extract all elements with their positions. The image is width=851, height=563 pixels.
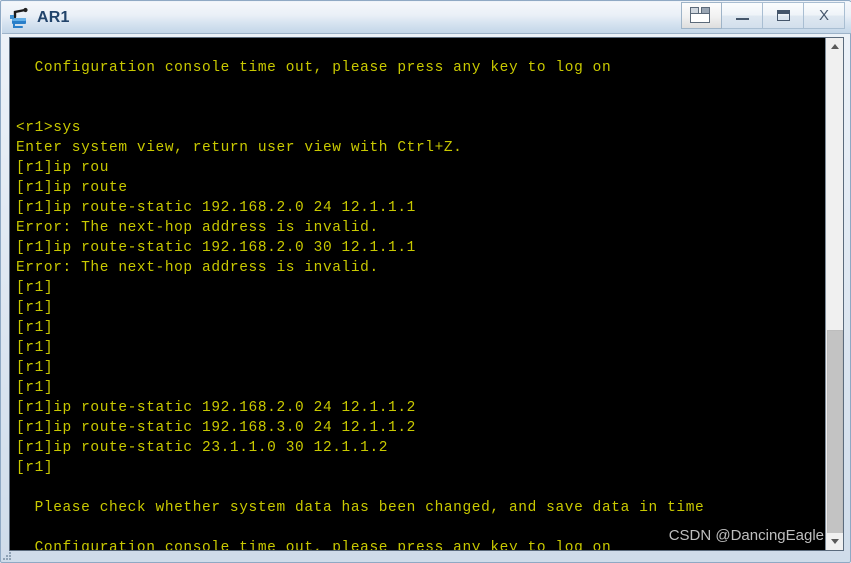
terminal-line: [r1] — [16, 340, 54, 356]
terminal-line: [r1]ip route — [16, 180, 128, 196]
terminal-line: Please check whether system data has bee… — [16, 500, 705, 516]
scrollbar-thumb[interactable] — [827, 330, 843, 542]
terminal-line: <r1>sys — [16, 120, 82, 136]
terminal-line: [r1]ip route-static 192.168.2.0 24 12.1.… — [16, 400, 416, 416]
terminal-line: Error: The next-hop address is invalid. — [16, 260, 379, 276]
terminal-body: Configuration console time out, please p… — [9, 37, 844, 551]
terminal-line: [r1] — [16, 320, 54, 336]
title-bar[interactable]: AR1 X — [2, 1, 851, 34]
scroll-up-button[interactable] — [826, 38, 843, 55]
terminal-line: [r1] — [16, 380, 54, 396]
terminal-line: Enter system view, return user view with… — [16, 140, 463, 156]
window-title: AR1 — [37, 8, 70, 26]
close-button[interactable]: X — [804, 1, 845, 29]
chevron-down-icon — [830, 539, 839, 544]
resize-grip[interactable] — [3, 552, 12, 561]
minimize-icon — [735, 17, 749, 20]
window-controls: X — [681, 1, 845, 34]
terminal-line: [r1]ip route-static 192.168.2.0 30 12.1.… — [16, 240, 416, 256]
terminal-line: [r1]ip route-static 23.1.1.0 30 12.1.1.2 — [16, 440, 389, 456]
console-output[interactable]: Configuration console time out, please p… — [10, 38, 825, 550]
terminal-line: [r1]ip route-static 192.168.3.0 24 12.1.… — [16, 420, 416, 436]
terminal-window: AR1 X Configuration console time out, pl… — [0, 0, 851, 563]
vertical-scrollbar[interactable] — [825, 38, 843, 550]
maximize-button[interactable] — [763, 1, 804, 29]
terminal-line: [r1]ip rou — [16, 160, 110, 176]
maximize-icon — [776, 9, 790, 21]
terminal-line: [r1] — [16, 300, 54, 316]
terminal-line: Error: The next-hop address is invalid. — [16, 220, 379, 236]
window-stack-icon — [689, 7, 714, 23]
scroll-down-button[interactable] — [826, 533, 843, 550]
terminal-line: [r1] — [16, 360, 54, 376]
terminal-line: [r1]ip route-static 192.168.2.0 24 12.1.… — [16, 200, 416, 216]
terminal-line: [r1] — [16, 460, 54, 476]
terminal-line: Configuration console time out, please p… — [16, 60, 612, 76]
close-icon: X — [818, 6, 829, 24]
terminal-line: [r1] — [16, 280, 54, 296]
minimize-button[interactable] — [722, 1, 763, 29]
terminal-line: Configuration console time out, please p… — [16, 540, 612, 550]
router-device-icon — [9, 7, 33, 29]
chevron-up-icon — [830, 44, 839, 49]
restore-group-button[interactable] — [681, 1, 722, 29]
